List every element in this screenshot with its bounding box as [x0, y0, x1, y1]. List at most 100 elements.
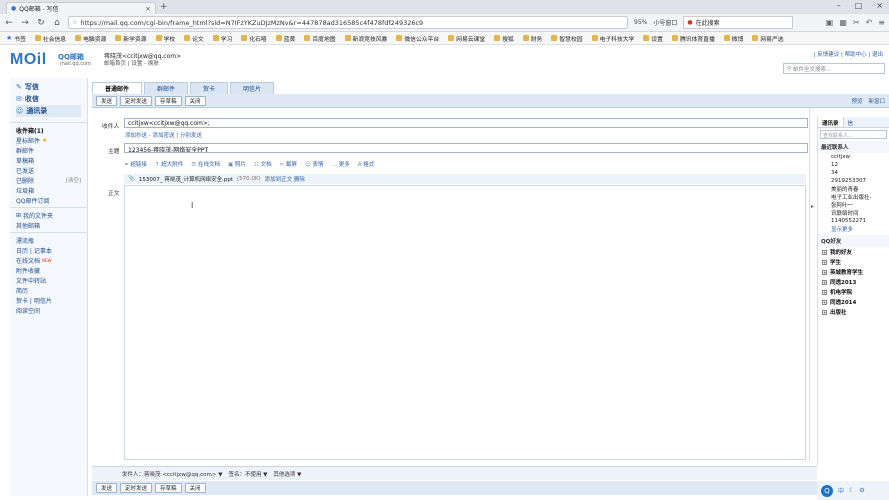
friend-group[interactable]: + 我的好友 — [818, 247, 889, 257]
close-tab-icon[interactable]: × — [145, 5, 151, 13]
small-window-link[interactable]: 小号窗口 — [653, 18, 677, 27]
refresh-icon[interactable]: ↻ — [36, 18, 46, 28]
new-window-link[interactable]: 新窗口 — [868, 97, 885, 105]
maximize-icon[interactable]: □ — [855, 1, 863, 10]
signature-select[interactable]: 签名：不使用 ▼ — [228, 470, 267, 478]
attachment-actions[interactable]: 添加到正文 删除 — [265, 175, 305, 183]
folder-item[interactable]: 收件箱(1) — [10, 125, 87, 135]
folder-item[interactable]: QQ邮件订阅 — [10, 195, 87, 205]
contact-search-input[interactable]: 查找联系人... — [820, 130, 887, 139]
bookmark-item[interactable]: 新浪竞技风暴 — [344, 34, 387, 43]
home-icon[interactable]: ⌂ — [52, 18, 62, 28]
friend-group[interactable]: + 同透2014 — [818, 297, 889, 307]
contact-item[interactable]: 12 — [818, 161, 889, 169]
friend-group[interactable]: + 出版社 — [818, 307, 889, 317]
bookmark-item[interactable]: 电子科技大学 — [591, 34, 634, 43]
bookmark-item[interactable]: 蓝黄 — [275, 34, 295, 43]
nav-contacts[interactable]: ☺ 通讯录 — [16, 105, 81, 117]
friend-group[interactable]: + 英城教育学生 — [818, 267, 889, 277]
nav-inbox[interactable]: ✉ 收信 — [16, 93, 81, 105]
qq-input-icon[interactable]: Q — [821, 484, 833, 497]
tab-contacts[interactable]: 通讯录 — [818, 117, 844, 127]
scheduled-send-button-bottom[interactable]: 定时发送 — [120, 483, 153, 493]
extra-item[interactable]: 在线文档 NEW — [10, 255, 87, 265]
tool-photo[interactable]: ▣ 照片 — [228, 160, 246, 168]
tab-compose-1[interactable]: 群邮件 — [144, 82, 189, 94]
qq-mail-logo[interactable]: MOil — [10, 51, 47, 69]
tool-emoji[interactable]: ☺ 表情 — [305, 160, 324, 168]
moon-icon[interactable]: ☾ — [849, 487, 854, 494]
zoom-level[interactable]: 95% — [634, 19, 647, 26]
empty-trash-link[interactable]: [清空] — [66, 176, 81, 184]
new-tab-button[interactable]: + — [160, 2, 168, 12]
send-button[interactable]: 发送 — [96, 95, 118, 106]
bookmark-item[interactable]: 网易云课堂 — [448, 34, 485, 43]
bookmark-item[interactable]: 社会信息 — [34, 34, 66, 43]
friend-group[interactable]: + 学生 — [818, 257, 889, 267]
ime-mode-icon[interactable]: 中 — [838, 486, 844, 495]
contact-item[interactable]: 1140552271 — [818, 217, 889, 225]
tab-compose-0[interactable]: 普通邮件 — [92, 82, 143, 94]
url-field[interactable]: ☆ https://mail.qq.com/cgi-bin/frame_html… — [68, 16, 628, 29]
browser-tab[interactable]: ● QQ邮箱 - 写信 × — [6, 2, 156, 14]
extra-item[interactable]: 附件收藏 — [10, 265, 87, 275]
mail-search-input[interactable]: ⚲ 邮件全文搜索... — [783, 63, 885, 74]
bookmark-item[interactable]: 学习 — [212, 34, 232, 43]
bookmark-item[interactable]: 腾讯体育直播 — [671, 34, 715, 43]
contact-item[interactable]: ccitjxw — [818, 153, 889, 161]
bookmark-item[interactable]: 化石嘻 — [241, 34, 267, 43]
friend-group[interactable]: + 机电学院 — [818, 287, 889, 297]
bookmark-item[interactable]: ★ 书签 — [6, 34, 26, 43]
subject-field[interactable]: 123456-蒋晓茂-网络安全PPT — [124, 143, 808, 153]
bookmark-item[interactable]: 微信公众平台 — [396, 34, 439, 43]
bookmark-item[interactable]: 微博 — [723, 34, 743, 43]
close-window-icon[interactable]: × — [876, 1, 883, 10]
body-editor[interactable]: I — [124, 185, 806, 460]
folder-item[interactable]: 已发送 — [10, 165, 87, 175]
tool-large-attachment[interactable]: ↑ 超大附件 — [155, 160, 183, 168]
extra-item[interactable]: 文件中转站 — [10, 275, 87, 285]
folder-item[interactable]: 垃圾箱 — [10, 185, 87, 195]
contact-item[interactable]: 美丽的青春 — [818, 185, 889, 193]
tool-online-doc[interactable]: ☰ 在线文档 — [191, 160, 220, 168]
folder-item[interactable]: 星标邮件 ★ — [10, 135, 87, 145]
extra-item[interactable]: 漂流瓶 — [10, 235, 87, 245]
tool-more[interactable]: … 更多 — [332, 160, 350, 168]
other-options[interactable]: 其他选项 ▼ — [273, 470, 301, 478]
tool-document[interactable]: ☷ 文档 — [254, 160, 272, 168]
preview-link[interactable]: 预览 — [851, 97, 862, 105]
contact-item[interactable]: 34 — [818, 169, 889, 177]
extra-item[interactable]: 简历 — [10, 285, 87, 295]
settings-icon[interactable]: ⚙ — [859, 487, 864, 494]
gamepad-icon[interactable]: ▣ — [826, 18, 834, 27]
bookmark-item[interactable]: 电脑资源 — [75, 34, 106, 43]
folder-item[interactable]: 已删除 [清空] — [10, 175, 87, 185]
sender-select[interactable]: 发件人：蒋晓茂 <ccitjxw@qq.com> ▼ — [122, 470, 222, 478]
send-button-bottom[interactable]: 发送 — [96, 483, 118, 493]
folder-item[interactable]: 草稿箱 — [10, 155, 87, 165]
user-links[interactable]: 邮箱首页 | 设置 - 换肤 — [104, 59, 159, 67]
to-field[interactable]: ccitjxw<ccitjxw@qq.com>; — [124, 118, 808, 128]
bookmark-item[interactable]: 学校 — [155, 34, 175, 43]
close-button-bottom[interactable]: 关闭 — [184, 483, 206, 493]
forward-icon[interactable]: → — [20, 18, 30, 28]
extra-item[interactable]: 贺卡 | 明信片 — [10, 295, 87, 305]
other-mailbox[interactable]: 其他邮箱 — [10, 220, 87, 230]
folder-item[interactable]: 群邮件 — [10, 145, 87, 155]
contact-item[interactable]: 电子工业出版社- — [818, 193, 889, 201]
save-draft-button-bottom[interactable]: 存草稿 — [155, 483, 182, 493]
star-bookmark-icon[interactable]: ☆ — [72, 19, 77, 26]
scheduled-send-button[interactable]: 定时发送 — [120, 95, 153, 106]
tab-letters[interactable]: 信 — [844, 117, 858, 127]
minimize-icon[interactable]: – — [837, 1, 841, 10]
undo-icon[interactable]: ↶ — [866, 18, 873, 27]
contact-item[interactable]: 讯联络时间 — [818, 209, 889, 217]
tool-screenshot[interactable]: ✂ 截屏 — [280, 160, 297, 168]
attachment-name[interactable]: 153007_ 蒋晓茂_计算机网络安全.ppt — [139, 175, 233, 183]
cc-bcc-links[interactable]: 添加抄送 - 添加密送 | 分别发送 — [125, 131, 202, 139]
tool-link[interactable]: ⚭ 超链接 — [124, 160, 147, 168]
tab-compose-2[interactable]: 贺卡 — [190, 82, 229, 94]
contact-item[interactable]: 2919253307 — [818, 177, 889, 185]
browser-search-input[interactable]: ● 在此搜索 — [683, 16, 794, 29]
save-draft-button[interactable]: 存草稿 — [155, 95, 182, 106]
